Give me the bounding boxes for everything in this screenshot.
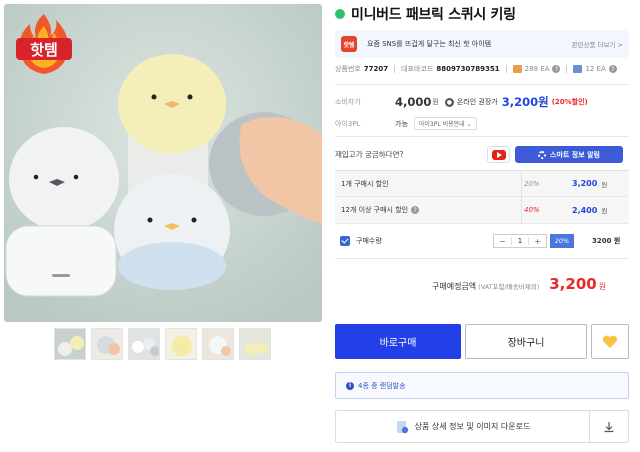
- quantity-checkbox[interactable]: [340, 236, 350, 246]
- total-sublabel: (VAT포함/배송비제외): [478, 283, 540, 291]
- discount-table: 1개 구매시 할인 20% 3,200 원 12개 이상 구매시 할인? 40%…: [335, 170, 629, 224]
- 3pl-cost-dropdown[interactable]: 아이3PL 비용안내 ⌄: [413, 117, 477, 130]
- buy-now-button[interactable]: 바로구매: [335, 324, 461, 359]
- quantity-input[interactable]: 1: [510, 237, 530, 245]
- 3pl-row: 아이3PL 가능 아이3PL 비용안내 ⌄: [335, 117, 477, 130]
- total-price: 3,200: [549, 275, 597, 293]
- help-icon[interactable]: ?: [552, 65, 561, 73]
- plus-button[interactable]: +: [529, 237, 546, 246]
- section-divider: [335, 136, 629, 137]
- thumbnail-6[interactable]: [239, 328, 271, 360]
- promo-text: 요즘 SNS를 뜨겁게 달구는 최신 핫 아이템: [367, 40, 492, 48]
- thumbnail-strip: [54, 328, 271, 360]
- youtube-button[interactable]: [487, 146, 510, 163]
- download-icon: [604, 421, 614, 432]
- quantity-total: 3200 원: [592, 237, 621, 245]
- section-divider: [335, 84, 629, 85]
- won-unit: 원: [598, 282, 607, 291]
- divider: [566, 65, 568, 73]
- thumbnail-3[interactable]: [128, 328, 160, 360]
- product-title-row: 미니버드 패브릭 스퀴시 키링: [335, 5, 516, 23]
- 3pl-label: 아이3PL: [335, 119, 361, 128]
- discount-name: 1개 구매시 할인: [335, 171, 522, 196]
- help-icon[interactable]: ?: [608, 65, 617, 73]
- restock-question: 재입고가 궁금하다면?: [335, 149, 404, 159]
- inner-box-icon: [573, 65, 583, 73]
- divider: [505, 65, 507, 73]
- notice-text: 4종 중 랜덤발송: [358, 381, 406, 390]
- detail-download-button[interactable]: 상품 상세 정보 및 이미지 다운로드: [336, 411, 590, 442]
- smart-info-label: 스마트 정보 알림: [550, 150, 600, 159]
- info-icon: i: [346, 381, 354, 390]
- document-icon: [396, 420, 408, 433]
- promo-banner[interactable]: 핫템 요즘 SNS를 뜨겁게 달구는 최신 핫 아이템 관련상품 더보기 >: [335, 30, 629, 58]
- thumbnail-5[interactable]: [202, 328, 234, 360]
- consumer-price: 4,000: [395, 95, 432, 109]
- quantity-stepper[interactable]: − 1 +: [493, 234, 547, 248]
- random-ship-notice: i 4종 중 랜덤발송: [335, 372, 629, 399]
- total-label: 구매예정금액: [432, 282, 477, 291]
- discount-name: 12개 이상 구매시 할인?: [335, 197, 522, 223]
- minus-button[interactable]: −: [494, 237, 511, 246]
- product-no-label: 상품번호: [335, 65, 361, 73]
- box-icon: [512, 65, 522, 73]
- section-divider: [335, 258, 629, 259]
- online-price: 3,200원: [501, 95, 549, 109]
- discount-rate: (20%할인): [551, 98, 588, 106]
- hot-item-badge: 핫템: [12, 12, 76, 76]
- download-box: 상품 상세 정보 및 이미지 다운로드: [335, 410, 629, 443]
- thumbnail-2[interactable]: [91, 328, 123, 360]
- consumer-price-label: 소비자가: [335, 98, 361, 106]
- add-to-cart-button[interactable]: 장바구니: [465, 324, 587, 359]
- inner-qty: 12 EA: [585, 65, 606, 73]
- help-icon[interactable]: ?: [411, 206, 420, 214]
- discount-pct: 40%: [524, 206, 540, 214]
- barcode-label: 대표바코드: [401, 65, 434, 73]
- divider: [394, 65, 396, 73]
- download-label: 상품 상세 정보 및 이미지 다운로드: [414, 422, 531, 431]
- 3pl-value: 가능: [395, 119, 408, 128]
- quantity-row: 구매수량: [335, 230, 629, 252]
- discount-pct: 20%: [524, 179, 540, 188]
- won-unit: 원: [601, 207, 608, 215]
- thumbnail-1[interactable]: [54, 328, 86, 360]
- youtube-icon: [491, 149, 506, 160]
- product-no-value: 77207: [363, 65, 389, 73]
- hot-item-logo-icon: 핫템: [341, 36, 357, 52]
- box-qty: 288 EA: [524, 65, 550, 73]
- won-unit: 원: [601, 180, 608, 189]
- wishlist-button[interactable]: [591, 324, 629, 359]
- product-title: 미니버드 패브릭 스퀴시 키링: [351, 7, 516, 23]
- discount-price: 2,400: [572, 205, 598, 215]
- table-row: 1개 구매시 할인 20% 3,200 원: [335, 170, 629, 197]
- barcode-value: 8809730789351: [436, 65, 500, 73]
- smart-info-alert-button[interactable]: 스마트 정보 알림: [515, 146, 623, 163]
- gear-icon: [538, 150, 547, 159]
- total-row: 구매예정금액 (VAT포함/배송비제외) 3,200 원: [432, 275, 606, 293]
- status-dot-icon: [335, 9, 345, 19]
- online-price-label: 온라인 권장가: [456, 98, 498, 106]
- online-icon: ●: [444, 97, 454, 107]
- price-row: 소비자가 4,000 원 ● 온라인 권장가 3,200원 (20%할인): [335, 94, 588, 110]
- related-products-link[interactable]: 관련상품 더보기 >: [572, 39, 623, 49]
- won-unit: 원: [432, 98, 439, 106]
- hot-badge-text: 핫템: [30, 41, 58, 59]
- download-icon-button[interactable]: [590, 411, 628, 442]
- table-row: 12개 이상 구매시 할인? 40% 2,400 원: [335, 197, 629, 224]
- discount-price: 3,200: [572, 179, 598, 188]
- quantity-discount-badge: 20%: [550, 234, 574, 248]
- product-codes: 상품번호 77207 대표바코드 8809730789351 288 EA ? …: [335, 64, 617, 74]
- thumbnail-4[interactable]: [165, 328, 197, 360]
- heart-icon: [602, 335, 618, 348]
- quantity-label: 구매수량: [356, 237, 382, 245]
